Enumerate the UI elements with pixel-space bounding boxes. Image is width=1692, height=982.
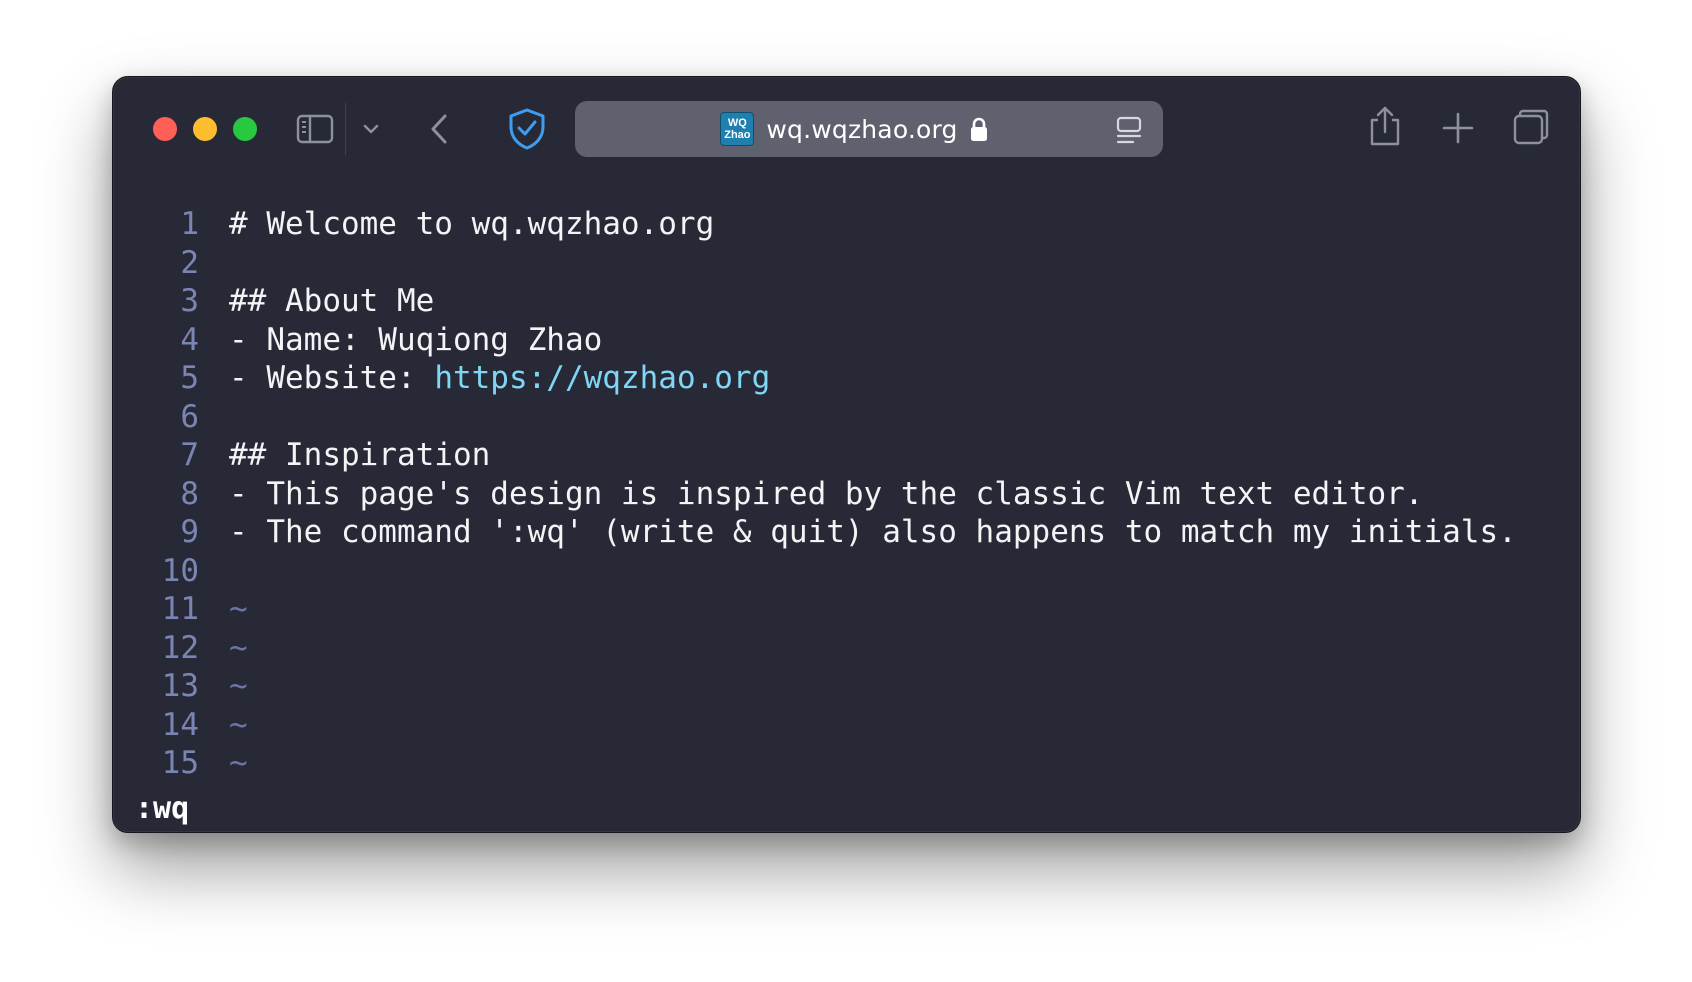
lock-icon (970, 116, 988, 142)
line-number: 1 (180, 206, 199, 243)
line-number: 6 (180, 398, 199, 435)
line-text: - The command ':wq' (write & quit) also … (229, 514, 1517, 551)
line-number: 5 (180, 360, 199, 397)
line-text: ## About Me (229, 283, 435, 320)
empty-line-tilde: ~ (229, 668, 248, 705)
minimize-window-button[interactable] (193, 117, 217, 141)
editor-line: 7 ## Inspiration (113, 436, 1580, 475)
line-number: 8 (180, 475, 199, 512)
toolbar-divider (345, 103, 346, 155)
editor-line: 6 (113, 398, 1580, 437)
line-number: 11 (161, 591, 199, 628)
editor-line: 8 - This page's design is inspired by the… (113, 475, 1580, 514)
line-text: - Website: (229, 360, 435, 397)
line-number: 12 (161, 629, 199, 666)
address-bar[interactable]: WQ Zhao wq.wqzhao.org (575, 101, 1163, 157)
empty-line-tilde: ~ (229, 629, 248, 666)
zoom-window-button[interactable] (233, 117, 257, 141)
line-text: ## Inspiration (229, 437, 491, 474)
editor-line: 5 - Website: https://wqzhao.org (113, 359, 1580, 398)
line-number: 10 (161, 552, 199, 589)
line-text: # Welcome to wq.wqzhao.org (229, 206, 715, 243)
sidebar-toggle-icon[interactable] (295, 109, 335, 149)
tab-overview-icon[interactable] (1511, 107, 1551, 147)
title-bar: WQ Zhao wq.wqzhao.org (113, 77, 1580, 177)
editor-line: 9 - The command ':wq' (write & quit) also… (113, 513, 1580, 552)
line-number: 9 (180, 514, 199, 551)
empty-line-tilde: ~ (229, 745, 248, 782)
reader-view-icon[interactable] (1115, 115, 1143, 150)
line-number: 13 (161, 668, 199, 705)
line-number: 4 (180, 321, 199, 358)
editor-line: 3 ## About Me (113, 282, 1580, 321)
website-link[interactable]: https://wqzhao.org (434, 360, 770, 396)
line-text: - This page's design is inspired by the … (229, 475, 1424, 512)
line-number: 7 (180, 437, 199, 474)
close-window-button[interactable] (153, 117, 177, 141)
privacy-shield-icon[interactable] (507, 107, 547, 151)
url-text: wq.wqzhao.org (766, 114, 958, 144)
line-number: 2 (180, 244, 199, 281)
line-text: - Name: Wuqiong Zhao (229, 321, 603, 358)
editor-line: 14 ~ (113, 706, 1580, 745)
editor-line: 4 - Name: Wuqiong Zhao (113, 321, 1580, 360)
browser-window: WQ Zhao wq.wqzhao.org 1 # Welcome to wq.… (112, 76, 1581, 833)
share-icon[interactable] (1367, 105, 1403, 147)
editor-line: 15 ~ (113, 744, 1580, 783)
empty-line-tilde: ~ (229, 591, 248, 628)
chevron-down-icon[interactable] (361, 119, 381, 139)
editor-line: 11 ~ (113, 590, 1580, 629)
editor-line: 2 (113, 244, 1580, 283)
new-tab-icon[interactable] (1441, 111, 1475, 145)
editor-line: 13 ~ (113, 667, 1580, 706)
back-icon[interactable] (425, 111, 455, 147)
site-favicon: WQ Zhao (720, 112, 755, 146)
line-number: 3 (180, 283, 199, 320)
vim-editor[interactable]: 1 # Welcome to wq.wqzhao.org 2 3 ## About Me… (113, 205, 1580, 783)
editor-line: 1 # Welcome to wq.wqzhao.org (113, 205, 1580, 244)
vim-command-line: :wq (135, 791, 190, 826)
editor-line: 12 ~ (113, 629, 1580, 668)
editor-line: 10 (113, 552, 1580, 591)
line-number: 14 (161, 706, 199, 743)
empty-line-tilde: ~ (229, 706, 248, 743)
line-number: 15 (161, 745, 199, 782)
